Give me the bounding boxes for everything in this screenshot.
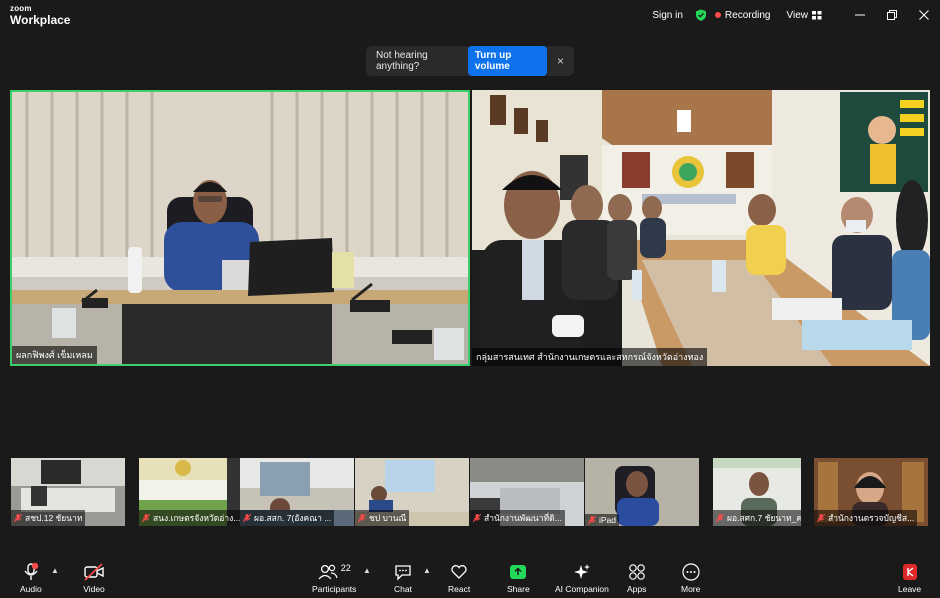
speaker-video-feed	[12, 92, 468, 364]
ai-sparkle-icon	[573, 564, 590, 579]
participant-name-label: สำนักงานพัฒนาที่ดิ...	[470, 510, 565, 526]
audio-label: Audio	[20, 584, 42, 594]
participant-name-label: กลุ่มสารสนเทศ สำนักงานเกษตรและสหกรณ์จังห…	[472, 348, 708, 366]
audio-options-chevron-icon[interactable]: ▲	[51, 566, 59, 575]
ai-companion-label: AI Companion	[555, 584, 609, 594]
gallery-tile[interactable]: ผอ.สสก. 7(อังคณา ...	[240, 458, 354, 526]
participants-icon	[318, 564, 338, 580]
conference-room-video-feed	[472, 90, 930, 366]
chat-icon	[395, 565, 411, 581]
apps-label: Apps	[627, 584, 647, 594]
encryption-shield-icon[interactable]	[695, 9, 707, 21]
zoom-logo: zoom Workplace	[10, 4, 71, 27]
chat-label: Chat	[394, 584, 412, 594]
participants-options-chevron-icon[interactable]: ▲	[363, 566, 371, 575]
title-bar: zoom Workplace Sign in Recording View	[0, 0, 940, 30]
turn-up-volume-button[interactable]: Turn up volume	[467, 46, 547, 76]
gallery-tile[interactable]: ชป บานณี	[355, 458, 469, 526]
main-video-conference-room[interactable]: กลุ่มสารสนเทศ สำนักงานเกษตรและสหกรณ์จังห…	[472, 90, 930, 366]
chat-button[interactable]: Chat	[394, 562, 412, 594]
chat-options-chevron-icon[interactable]: ▲	[423, 566, 431, 575]
main-video-speaker[interactable]: ผลกฟิพงศ์ เข็มเหลม	[10, 90, 470, 366]
participant-name: สนง.เกษตรจังหวัดอ่าง...	[153, 513, 241, 523]
gallery-tile[interactable]: สำนักงานพัฒนาที่ดิ...	[470, 458, 584, 526]
apps-button[interactable]: Apps	[627, 562, 646, 594]
participant-name: ผอ.สสก. 7(อังคณา ...	[254, 513, 332, 523]
view-label: View	[786, 9, 809, 21]
gallery-tile[interactable]: iPad	[585, 458, 699, 526]
recording-label: Recording	[724, 9, 771, 21]
gallery-tile[interactable]: สำนักงานตรวจบัญชีส...	[814, 458, 928, 526]
audio-button[interactable]: Audio	[20, 562, 42, 594]
audio-notice-banner: Not hearing anything? Turn up volume ×	[366, 46, 574, 76]
participant-name-label: สำนักงานตรวจบัญชีส...	[814, 510, 918, 526]
participants-button[interactable]: 22 Participants	[312, 562, 356, 594]
share-button[interactable]: Share	[507, 562, 530, 594]
participant-name-label: ผอ.สศก.7 ชัยนาท_ค...	[713, 510, 801, 526]
participants-count: 22	[340, 563, 351, 573]
notice-message: Not hearing anything?	[376, 50, 428, 72]
brand-name: Workplace	[10, 13, 71, 27]
participant-name: ผอ.สศก.7 ชัยนาท_ค...	[727, 513, 801, 523]
gallery-tile[interactable]: สนง.เกษตรจังหวัดอ่าง...	[139, 458, 253, 526]
muted-mic-icon	[588, 515, 596, 524]
participant-name: iPad	[599, 515, 617, 525]
heart-icon	[451, 565, 467, 579]
close-window-button[interactable]	[908, 0, 940, 30]
muted-mic-icon	[473, 513, 481, 522]
gallery-tile[interactable]: สชป.12 ชัยนาท	[11, 458, 125, 526]
video-button[interactable]: Video	[83, 562, 105, 594]
notice-close-button[interactable]: ×	[557, 54, 564, 68]
muted-mic-icon	[142, 513, 150, 522]
leave-label: Leave	[898, 584, 922, 594]
recording-dot-icon	[714, 12, 721, 18]
restore-button[interactable]	[876, 0, 908, 30]
share-screen-icon	[510, 565, 527, 579]
participant-name: สำนักงานตรวจบัญชีส...	[828, 513, 915, 523]
react-label: React	[448, 584, 471, 594]
participant-name-label: iPad	[585, 514, 620, 526]
muted-mic-icon	[358, 513, 366, 522]
video-off-icon	[84, 563, 104, 581]
view-button[interactable]: View	[787, 10, 823, 21]
close-icon	[919, 10, 929, 20]
muted-mic-icon	[243, 513, 251, 522]
muted-mic-icon	[716, 513, 724, 522]
video-label: Video	[83, 584, 105, 594]
share-label: Share	[507, 584, 530, 594]
more-label: More	[681, 584, 701, 594]
participant-name-label: ผอ.สสก. 7(อังคณา ...	[240, 510, 335, 526]
meeting-controls-toolbar: Audio ▲ Video 22 Participants ▲ Chat ▲ R…	[0, 556, 940, 598]
participant-name-label: สนง.เกษตรจังหวัดอ่าง...	[139, 510, 244, 526]
react-button[interactable]: React	[448, 562, 470, 594]
muted-mic-icon	[817, 513, 825, 522]
apps-icon	[628, 564, 645, 580]
recording-indicator[interactable]: Recording	[714, 9, 771, 21]
more-button[interactable]: More	[681, 562, 700, 594]
minimize-button[interactable]	[844, 0, 876, 30]
muted-mic-icon	[14, 513, 22, 522]
restore-icon	[887, 10, 897, 20]
more-icon	[682, 563, 700, 581]
gallery-tile[interactable]: ผอ.สศก.7 ชัยนาท_ค...	[713, 458, 801, 526]
participant-name: สำนักงานพัฒนาที่ดิ...	[484, 513, 562, 523]
participant-name-label: ผลกฟิพงศ์ เข็มเหลม	[12, 346, 97, 364]
participant-name: ชป บานณี	[369, 513, 407, 523]
participant-name: สชป.12 ชัยนาท	[25, 513, 83, 523]
grid-view-icon	[812, 10, 822, 19]
participant-name-label: ชป บานณี	[355, 510, 410, 526]
brand-top: zoom	[10, 4, 32, 13]
participant-name-label: สชป.12 ชัยนาท	[11, 510, 86, 526]
microphone-icon	[24, 562, 39, 580]
sign-in-link[interactable]: Sign in	[652, 10, 683, 21]
leave-button[interactable]: Leave	[898, 562, 921, 594]
leave-icon	[902, 564, 917, 580]
participants-label: Participants	[312, 584, 357, 594]
ai-companion-button[interactable]: AI Companion	[555, 562, 609, 594]
minimize-icon	[855, 14, 865, 16]
